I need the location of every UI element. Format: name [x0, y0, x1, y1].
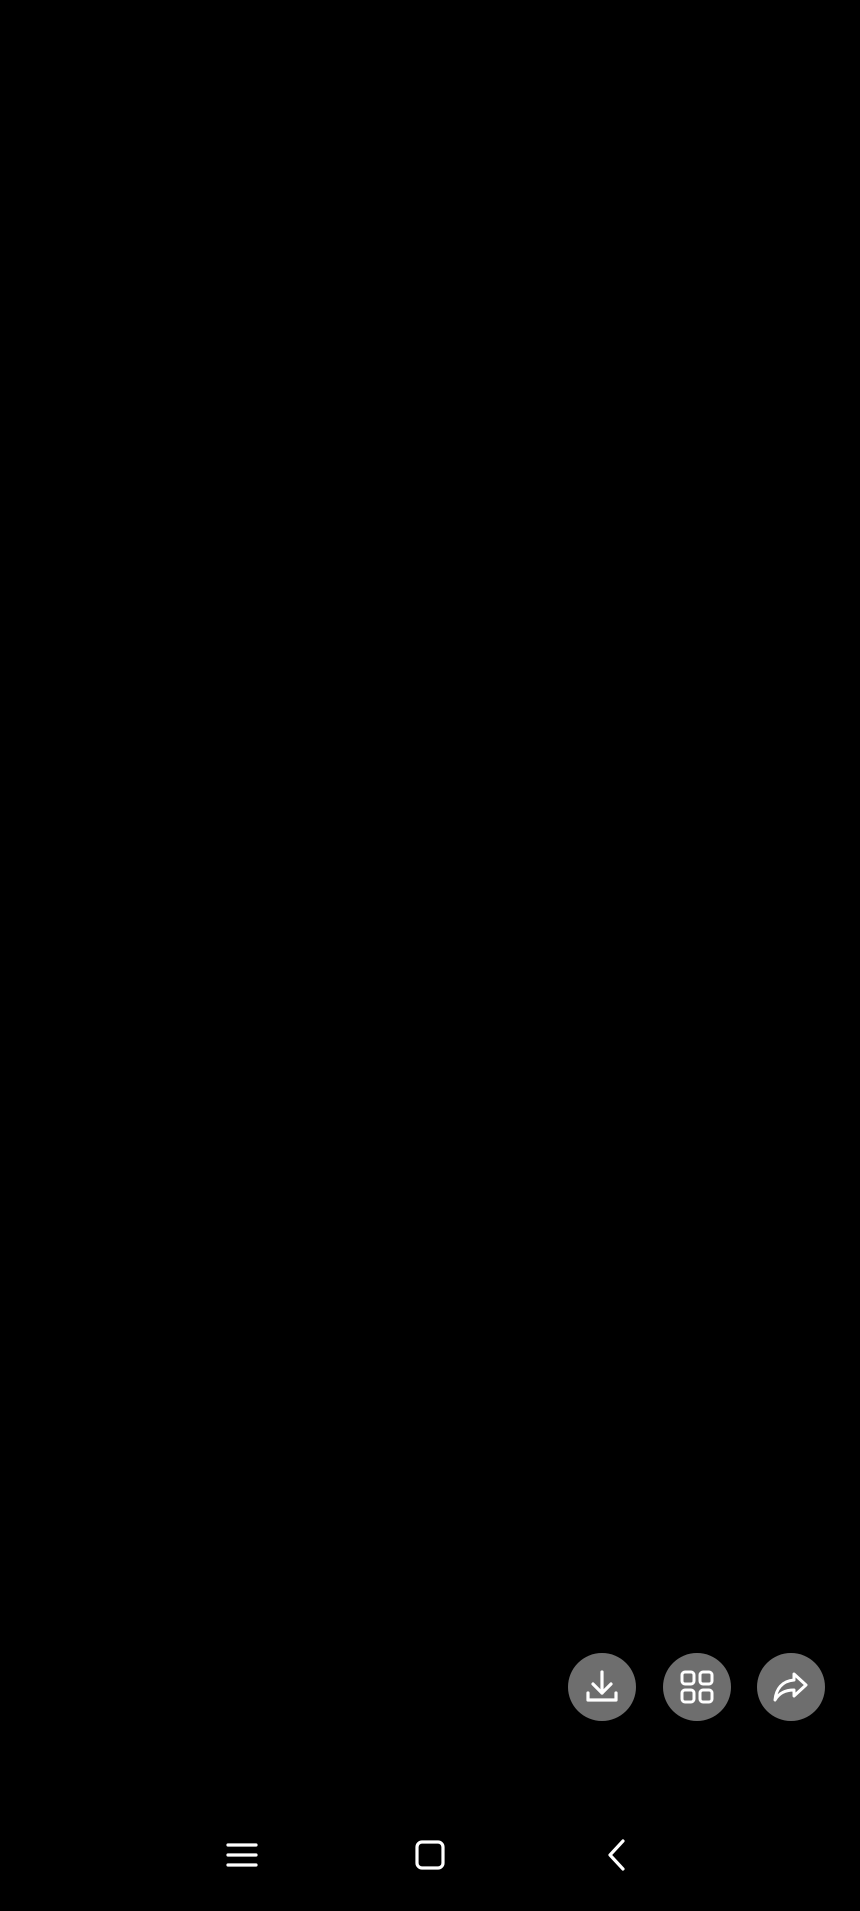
recents-button[interactable] — [202, 1820, 282, 1890]
system-navigation-bar — [0, 1800, 860, 1911]
share-forward-icon — [773, 1672, 808, 1702]
back-button[interactable] — [577, 1820, 657, 1890]
square-home-icon — [415, 1840, 445, 1870]
home-button[interactable] — [390, 1820, 470, 1890]
media-viewer-area[interactable] — [0, 0, 860, 1800]
grid-icon — [680, 1670, 714, 1704]
download-icon — [586, 1670, 618, 1702]
share-button[interactable] — [757, 1653, 825, 1721]
download-button[interactable] — [568, 1653, 636, 1721]
action-buttons — [568, 1653, 828, 1723]
menu-lines-icon — [226, 1843, 258, 1867]
chevron-left-icon — [608, 1839, 625, 1871]
grid-view-button[interactable] — [663, 1653, 731, 1721]
